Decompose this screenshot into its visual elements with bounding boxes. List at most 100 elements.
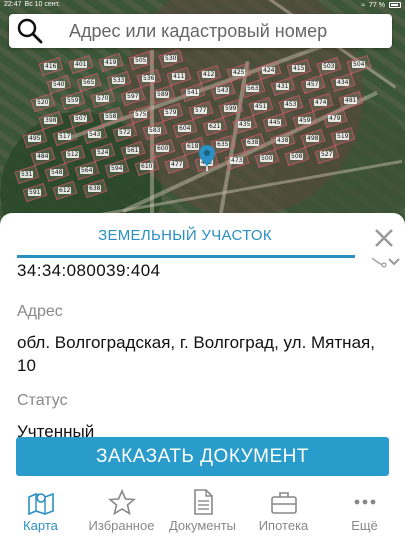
tab-documents-label: Документы	[168, 518, 236, 533]
map-plot-number: 517	[58, 133, 72, 140]
tab-mortgage[interactable]: Ипотека	[244, 489, 324, 533]
map-plot-number: 504	[352, 61, 366, 68]
close-icon[interactable]	[373, 227, 395, 249]
map-plot-number: 570	[96, 95, 110, 102]
map-plot-number: 484	[36, 153, 50, 160]
map-icon	[27, 492, 54, 515]
battery-percent: 77 %	[369, 1, 385, 9]
map-plot-number: 398	[44, 117, 58, 124]
tab-favorites-label: Избранное	[88, 518, 155, 533]
map-plot-number: 541	[186, 89, 200, 96]
map-plot-number: 530	[164, 55, 178, 62]
map-plot-number: 474	[314, 99, 328, 106]
map-plot-number: 583	[148, 127, 162, 134]
order-document-button[interactable]: ЗАКАЗАТЬ ДОКУМЕНТ	[16, 437, 389, 476]
tab-more-label: Ещё	[351, 518, 378, 533]
map-plot-number: 564	[80, 167, 94, 174]
map-plot-number: 543	[88, 131, 102, 138]
chevron-down-icon[interactable]	[371, 255, 401, 271]
map-plot-number: 638	[246, 139, 260, 146]
map-plot-number: 575	[134, 111, 148, 118]
map-plot-number: 563	[246, 85, 260, 92]
map-plot-number: 565	[82, 79, 96, 86]
map-plot-number: 558	[104, 113, 118, 120]
map-plot-number: 533	[112, 77, 126, 84]
document-icon	[193, 489, 213, 515]
map-plot-number: 540	[52, 81, 66, 88]
cadastral-number: 34:34:080039:404	[17, 261, 161, 280]
tab-documents[interactable]: Документы	[163, 489, 243, 533]
map-plot-number: 505	[134, 57, 148, 64]
map-plot-number: 457	[306, 81, 320, 88]
tab-bar: Карта Избранное Документы Ипотека Ещё	[0, 485, 405, 540]
title-underline	[17, 255, 355, 258]
more-icon	[354, 499, 375, 505]
map-plot-number: 591	[28, 189, 42, 196]
map-plot-number: 612	[58, 187, 72, 194]
map-plot-number: 543	[216, 87, 230, 94]
battery-icon	[389, 2, 401, 8]
map-plot-number: 548	[50, 169, 64, 176]
map-plot-number: 412	[202, 71, 216, 78]
map-plot-number: 416	[44, 63, 58, 70]
map-plot-number: 536	[142, 75, 156, 82]
map-plot-number: 507	[74, 115, 88, 122]
location-pin-icon[interactable]	[198, 144, 216, 172]
map-plot-number: 594	[110, 165, 124, 172]
map-plot-number: 508	[290, 153, 304, 160]
map-plot-number: 503	[322, 63, 336, 70]
star-icon	[107, 489, 136, 515]
map-plot-number: 635	[216, 141, 230, 148]
search-icon	[15, 16, 45, 46]
briefcase-icon	[270, 492, 297, 514]
map-plot-number: 411	[172, 73, 186, 80]
map-plot-number: 431	[276, 83, 290, 90]
map-plot-number: 424	[262, 67, 276, 74]
sheet-title: ЗЕМЕЛЬНЫЙ УЧАСТОК	[98, 227, 272, 244]
map-plot-number: 415	[292, 65, 306, 72]
map-plot-number: 561	[126, 147, 140, 154]
map-plot-number: 559	[66, 97, 80, 104]
map-plot-number: 435	[238, 121, 252, 128]
map-plot-number: 434	[336, 79, 350, 86]
status-time: 22:47	[4, 1, 22, 8]
address-value: обл. Волгоградская, г. Волгоград, ул. Мя…	[17, 333, 375, 375]
map-plot-number: 621	[208, 123, 222, 130]
status-label: Статус	[17, 392, 68, 409]
map-plot-number: 577	[194, 107, 208, 114]
search-input[interactable]	[45, 20, 392, 42]
map-plot-number: 473	[230, 157, 244, 164]
map-plot-number: 519	[336, 133, 350, 140]
map-plot-number: 572	[118, 129, 132, 136]
tab-map[interactable]: Карта	[1, 489, 81, 533]
map-plot-number: 579	[164, 109, 178, 116]
tab-favorites[interactable]: Избранное	[82, 489, 162, 533]
map-plot-number: 498	[306, 135, 320, 142]
map-plot-number: 453	[284, 101, 298, 108]
map-plot-number: 481	[344, 97, 358, 104]
map-plot-number: 589	[156, 91, 170, 98]
tab-more[interactable]: Ещё	[325, 489, 405, 533]
map-plot-number: 445	[268, 119, 282, 126]
map-plot-number: 512	[66, 151, 80, 158]
map-plot-number: 401	[74, 61, 88, 68]
map-plot-number: 524	[96, 149, 110, 156]
tab-mortgage-label: Ипотека	[258, 518, 309, 533]
map-plot-number: 597	[126, 93, 140, 100]
map-plot-number: 604	[178, 125, 192, 132]
tab-map-label: Карта	[23, 518, 58, 533]
map-plot-number: 425	[232, 69, 246, 76]
map-plot-number: 500	[260, 155, 274, 162]
address-label: Адрес	[17, 303, 63, 320]
wifi-icon: ≈	[361, 1, 366, 9]
map-plot-number: 531	[20, 171, 34, 178]
search-bar[interactable]	[9, 14, 392, 48]
map-plot-number: 495	[28, 135, 42, 142]
land-plot-sheet: ЗЕМЕЛЬНЫЙ УЧАСТОК 34:34:080039:404 Адрес…	[0, 213, 405, 540]
map-plot-number: 527	[320, 151, 334, 158]
map-plot-number: 459	[298, 117, 312, 124]
status-date: Вс 10 сент.	[24, 1, 61, 8]
map-plot-number: 520	[36, 99, 50, 106]
status-bar: 22:47 Вс 10 сент. ≈ 77 %	[0, 0, 405, 10]
map-plot-number: 419	[104, 59, 118, 66]
